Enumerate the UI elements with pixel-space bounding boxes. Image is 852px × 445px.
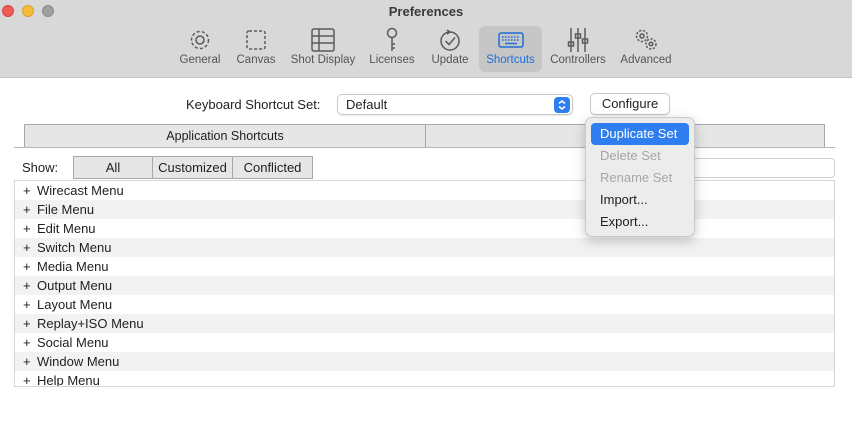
- menu-item-duplicate-set[interactable]: Duplicate Set: [591, 123, 689, 145]
- show-label: Show:: [22, 160, 59, 175]
- expand-icon[interactable]: +: [23, 257, 37, 276]
- list-item-label: Layout Menu: [37, 297, 113, 312]
- list-item-label: Social Menu: [37, 335, 109, 350]
- list-item-label: Edit Menu: [37, 221, 96, 236]
- divider: [14, 147, 835, 148]
- list-item-edit-menu[interactable]: + Edit Menu: [15, 219, 834, 238]
- filter-conflicted-button[interactable]: Conflicted: [232, 156, 313, 179]
- configure-popup-menu: Duplicate Set Delete Set Rename Set Impo…: [585, 117, 695, 237]
- tab-advanced-label: Advanced: [620, 54, 672, 66]
- filter-customized-button[interactable]: Customized: [152, 156, 233, 179]
- key-icon: [386, 27, 398, 51]
- list-item-label: File Menu: [37, 202, 95, 217]
- tab-licenses[interactable]: Licenses: [366, 26, 418, 70]
- list-item-switch-menu[interactable]: + Switch Menu: [15, 238, 834, 257]
- keyboard-icon: [497, 32, 524, 48]
- canvas-icon: [246, 30, 266, 50]
- expand-icon[interactable]: +: [23, 238, 37, 257]
- list-item-output-menu[interactable]: + Output Menu: [15, 276, 834, 295]
- expand-icon[interactable]: +: [23, 352, 37, 371]
- tab-advanced[interactable]: Advanced: [617, 26, 675, 70]
- configure-button[interactable]: Configure: [590, 93, 670, 115]
- shortcut-set-select[interactable]: Default: [337, 94, 573, 115]
- tab-canvas[interactable]: Canvas: [232, 26, 280, 70]
- menu-item-rename-set: Rename Set: [600, 170, 673, 185]
- shortcut-set-value: Default: [346, 97, 388, 112]
- list-item-label: Switch Menu: [37, 240, 112, 255]
- tab-controllers[interactable]: Controllers: [548, 26, 608, 70]
- expand-icon[interactable]: +: [23, 200, 37, 219]
- gears-icon: [635, 29, 657, 50]
- menu-item-delete-set: Delete Set: [600, 148, 661, 163]
- expand-icon[interactable]: +: [23, 371, 37, 386]
- menu-item-export[interactable]: Export...: [591, 211, 689, 233]
- expand-icon[interactable]: +: [23, 295, 37, 314]
- expand-icon[interactable]: +: [23, 276, 37, 295]
- list-item-replay-iso-menu[interactable]: + Replay+ISO Menu: [15, 314, 834, 333]
- list-item-label: Window Menu: [37, 354, 120, 369]
- tab-update-label: Update: [431, 54, 469, 66]
- tab-shortcuts[interactable]: Shortcuts: [479, 26, 542, 72]
- tab-shortcuts-label: Shortcuts: [486, 54, 535, 66]
- list-item-layout-menu[interactable]: + Layout Menu: [15, 295, 834, 314]
- gear-icon: [190, 30, 210, 50]
- sliders-icon: [567, 28, 589, 52]
- tab-canvas-label: Canvas: [236, 54, 276, 66]
- list-item-label: Help Menu: [37, 373, 100, 387]
- list-item-wirecast-menu[interactable]: + Wirecast Menu: [15, 181, 834, 200]
- list-item-window-menu[interactable]: + Window Menu: [15, 352, 834, 371]
- list-item-social-menu[interactable]: + Social Menu: [15, 333, 834, 352]
- tab-licenses-label: Licenses: [369, 54, 415, 66]
- tab-application-shortcuts[interactable]: Application Shortcuts: [24, 124, 426, 148]
- expand-icon[interactable]: +: [23, 181, 37, 200]
- tab-shot-display-label: Shot Display: [290, 54, 356, 66]
- list-item-label: Media Menu: [37, 259, 109, 274]
- expand-icon[interactable]: +: [23, 314, 37, 333]
- shot-display-icon: [311, 28, 335, 52]
- list-item-help-menu[interactable]: + Help Menu: [15, 371, 834, 387]
- expand-icon[interactable]: +: [23, 333, 37, 352]
- list-item-label: Output Menu: [37, 278, 113, 293]
- tab-general[interactable]: General: [176, 26, 224, 70]
- menu-item-import[interactable]: Import...: [591, 189, 689, 211]
- search-input[interactable]: [690, 158, 835, 178]
- preferences-toolbar: Preferences General Canvas Shot Display …: [0, 0, 852, 78]
- tab-general-label: General: [179, 54, 221, 66]
- shortcut-menu-list: + Wirecast Menu + File Menu + Edit Menu + Sw…: [14, 180, 835, 387]
- chevron-updown-icon: [554, 97, 570, 113]
- list-item-media-menu[interactable]: + Media Menu: [15, 257, 834, 276]
- list-item-label: Replay+ISO Menu: [37, 316, 144, 331]
- list-item-label: Wirecast Menu: [37, 183, 124, 198]
- filter-all-button[interactable]: All: [73, 156, 153, 179]
- list-item-file-menu[interactable]: + File Menu: [15, 200, 834, 219]
- expand-icon[interactable]: +: [23, 219, 37, 238]
- tab-controllers-label: Controllers: [550, 54, 606, 66]
- tab-shot-display[interactable]: Shot Display: [288, 26, 358, 70]
- shortcut-set-label: Keyboard Shortcut Set:: [186, 97, 321, 112]
- window-title: Preferences: [388, 4, 464, 19]
- tab-update[interactable]: Update: [427, 26, 473, 70]
- update-icon: [440, 29, 460, 51]
